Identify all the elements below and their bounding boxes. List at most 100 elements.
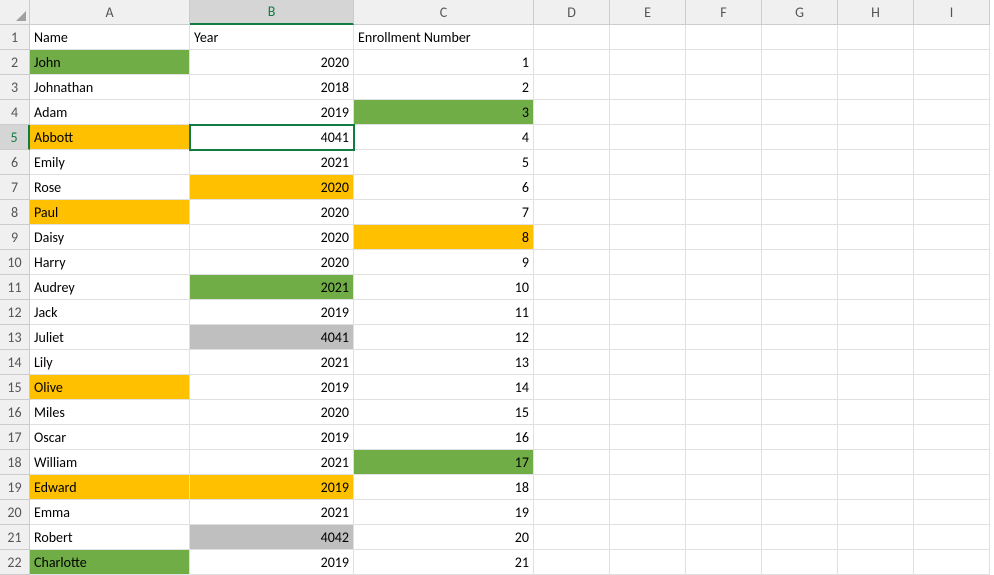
cell-E2[interactable]: [610, 50, 686, 75]
cell-D7[interactable]: [534, 175, 610, 200]
cell-D3[interactable]: [534, 75, 610, 100]
cell-A3[interactable]: Johnathan: [30, 75, 190, 100]
cell-H16[interactable]: [838, 400, 914, 425]
cell-F10[interactable]: [686, 250, 762, 275]
cell-C20[interactable]: 19: [354, 500, 534, 525]
cell-A16[interactable]: Miles: [30, 400, 190, 425]
cell-C12[interactable]: 11: [354, 300, 534, 325]
cell-E20[interactable]: [610, 500, 686, 525]
cell-E5[interactable]: [610, 125, 686, 150]
cell-D20[interactable]: [534, 500, 610, 525]
cell-F20[interactable]: [686, 500, 762, 525]
cell-B18[interactable]: 2021: [190, 450, 354, 475]
column-header-A[interactable]: A: [30, 0, 190, 25]
cell-F14[interactable]: [686, 350, 762, 375]
cell-G4[interactable]: [762, 100, 838, 125]
cell-B3[interactable]: 2018: [190, 75, 354, 100]
cell-H6[interactable]: [838, 150, 914, 175]
cell-E11[interactable]: [610, 275, 686, 300]
cell-A14[interactable]: Lily: [30, 350, 190, 375]
cell-D10[interactable]: [534, 250, 610, 275]
cell-A11[interactable]: Audrey: [30, 275, 190, 300]
cell-E13[interactable]: [610, 325, 686, 350]
cell-C5[interactable]: 4: [354, 125, 534, 150]
cell-C2[interactable]: 1: [354, 50, 534, 75]
row-header-8[interactable]: 8: [0, 200, 30, 225]
cell-D14[interactable]: [534, 350, 610, 375]
cell-G8[interactable]: [762, 200, 838, 225]
cell-D16[interactable]: [534, 400, 610, 425]
column-header-H[interactable]: H: [838, 0, 914, 25]
row-header-1[interactable]: 1: [0, 25, 30, 50]
column-header-E[interactable]: E: [610, 0, 686, 25]
cell-H1[interactable]: [838, 25, 914, 50]
row-header-7[interactable]: 7: [0, 175, 30, 200]
column-header-D[interactable]: D: [534, 0, 610, 25]
cell-I15[interactable]: [914, 375, 990, 400]
cell-E12[interactable]: [610, 300, 686, 325]
row-header-6[interactable]: 6: [0, 150, 30, 175]
cell-E4[interactable]: [610, 100, 686, 125]
cell-I9[interactable]: [914, 225, 990, 250]
cell-D15[interactable]: [534, 375, 610, 400]
row-header-12[interactable]: 12: [0, 300, 30, 325]
cell-H12[interactable]: [838, 300, 914, 325]
row-header-3[interactable]: 3: [0, 75, 30, 100]
cell-H5[interactable]: [838, 125, 914, 150]
column-header-F[interactable]: F: [686, 0, 762, 25]
cell-H8[interactable]: [838, 200, 914, 225]
cell-I16[interactable]: [914, 400, 990, 425]
cell-H17[interactable]: [838, 425, 914, 450]
cell-A18[interactable]: William: [30, 450, 190, 475]
cell-D17[interactable]: [534, 425, 610, 450]
cell-G6[interactable]: [762, 150, 838, 175]
cell-G2[interactable]: [762, 50, 838, 75]
cell-C17[interactable]: 16: [354, 425, 534, 450]
cell-I11[interactable]: [914, 275, 990, 300]
cell-F3[interactable]: [686, 75, 762, 100]
cell-C1[interactable]: Enrollment Number: [354, 25, 534, 50]
cell-C7[interactable]: 6: [354, 175, 534, 200]
column-header-G[interactable]: G: [762, 0, 838, 25]
cell-F4[interactable]: [686, 100, 762, 125]
cell-F6[interactable]: [686, 150, 762, 175]
cell-I18[interactable]: [914, 450, 990, 475]
cell-G13[interactable]: [762, 325, 838, 350]
cell-E16[interactable]: [610, 400, 686, 425]
cell-D18[interactable]: [534, 450, 610, 475]
cell-B20[interactable]: 2021: [190, 500, 354, 525]
cell-D8[interactable]: [534, 200, 610, 225]
cell-A20[interactable]: Emma: [30, 500, 190, 525]
cell-E1[interactable]: [610, 25, 686, 50]
cell-I3[interactable]: [914, 75, 990, 100]
cell-E6[interactable]: [610, 150, 686, 175]
cell-A13[interactable]: Juliet: [30, 325, 190, 350]
row-header-13[interactable]: 13: [0, 325, 30, 350]
cell-I14[interactable]: [914, 350, 990, 375]
cell-A10[interactable]: Harry: [30, 250, 190, 275]
cell-A8[interactable]: Paul: [30, 200, 190, 225]
cell-B2[interactable]: 2020: [190, 50, 354, 75]
cell-I13[interactable]: [914, 325, 990, 350]
cell-H3[interactable]: [838, 75, 914, 100]
cell-B1[interactable]: Year: [190, 25, 354, 50]
cell-D2[interactable]: [534, 50, 610, 75]
column-header-C[interactable]: C: [354, 0, 534, 25]
cell-I17[interactable]: [914, 425, 990, 450]
cell-A21[interactable]: Robert: [30, 525, 190, 550]
cell-D19[interactable]: [534, 475, 610, 500]
cell-C8[interactable]: 7: [354, 200, 534, 225]
cell-F2[interactable]: [686, 50, 762, 75]
cell-I12[interactable]: [914, 300, 990, 325]
cell-B7[interactable]: 2020: [190, 175, 354, 200]
cell-I2[interactable]: [914, 50, 990, 75]
cell-G9[interactable]: [762, 225, 838, 250]
row-header-18[interactable]: 18: [0, 450, 30, 475]
column-header-B[interactable]: B: [190, 0, 354, 25]
cell-H18[interactable]: [838, 450, 914, 475]
cell-B13[interactable]: 4041: [190, 325, 354, 350]
cell-A2[interactable]: John: [30, 50, 190, 75]
cell-C15[interactable]: 14: [354, 375, 534, 400]
row-header-16[interactable]: 16: [0, 400, 30, 425]
cell-B8[interactable]: 2020: [190, 200, 354, 225]
